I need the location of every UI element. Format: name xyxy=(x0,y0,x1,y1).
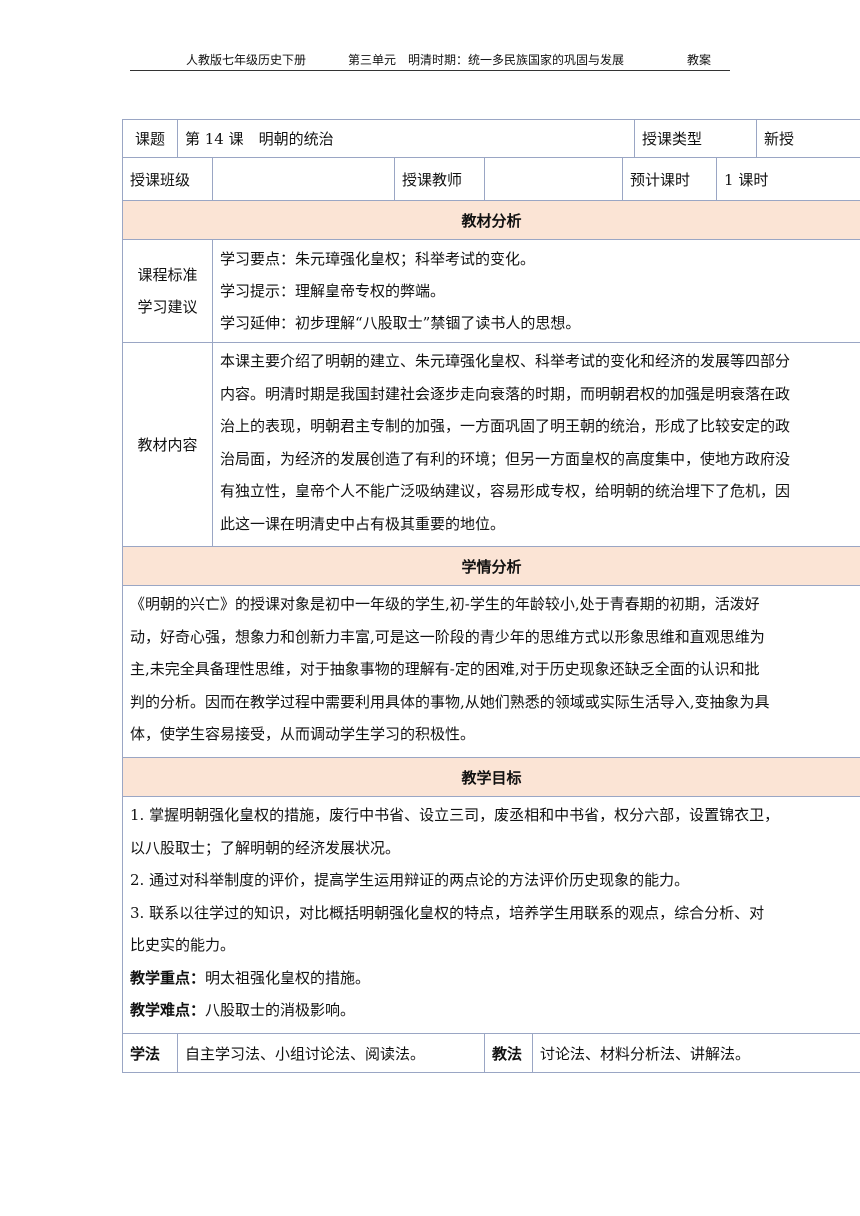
header-book: 人教版七年级历史下册 xyxy=(186,53,307,67)
topic-value: 第 14 课 明朝的统治 xyxy=(176,119,636,158)
content-line: 本课主要介绍了明朝的建立、朱元璋强化皇权、科举考试的变化和经济的发展等四部分 xyxy=(220,352,791,370)
standard-line: 学习提示：理解皇帝专权的弊端。 xyxy=(220,282,446,300)
course-standard-label-line: 学习建议 xyxy=(137,298,198,316)
key-point-line: 教学重点：明太祖强化皇权的措施。 xyxy=(130,962,853,995)
topic-label: 课题 xyxy=(122,119,178,158)
lesson-type-label: 授课类型 xyxy=(634,119,758,158)
lesson-plan-table: 课题 第 14 课 明朝的统治 授课类型 新授 授课班级 授课教师 预计课时 1… xyxy=(121,119,860,1073)
course-standard-content: 学习要点：朱元璋强化皇权；科举考试的变化。 学习提示：理解皇帝专权的弊端。 学习… xyxy=(211,239,860,343)
class-value xyxy=(212,157,395,201)
teach-method-value: 讨论法、材料分析法、讲解法。 xyxy=(531,1033,860,1073)
section-title: 学情分析 xyxy=(121,546,860,586)
material-content-text: 本课主要介绍了明朝的建立、朱元璋强化皇权、科举考试的变化和经济的发展等四部分 内… xyxy=(211,342,860,547)
content-line: 有独立性，皇帝个人不能广泛吸纳建议，容易形成专权，给明朝的统治埋下了危机，因 xyxy=(220,482,791,500)
student-line: 《明朝的兴亡》的授课对象是初中一年级的学生,初-学生的年龄较小,处于青春期的初期… xyxy=(130,595,760,613)
section-title: 教材分析 xyxy=(121,200,860,240)
student-line: 判的分析。因而在教学过程中需要利用具体的事物,从她们熟悉的领域或实际生活导入,变… xyxy=(130,692,770,711)
goal-line: 1. 掌握明朝强化皇权的措施，废行中书省、设立三司，废丞相和中书省，权分六部，设… xyxy=(130,806,780,824)
student-line: 动，好奇心强，想象力和创新力丰富,可是这一阶段的青少年的思维方式以形象思维和直观… xyxy=(130,627,765,646)
course-standard-label: 课程标准 学习建议 xyxy=(122,239,213,343)
goal-line: 3. 联系以往学过的知识，对比概括明朝强化皇权的特点，培养学生用联系的观点，综合… xyxy=(130,903,765,922)
study-method-value: 自主学习法、小组讨论法、阅读法。 xyxy=(177,1033,485,1073)
row-class: 授课班级 授课教师 预计课时 1 课时 xyxy=(122,157,860,201)
content-line: 内容。明清时期是我国封建社会逐步走向衰落的时期，而明朝君权的加强是明衰落在政 xyxy=(220,384,791,403)
goal-line: 以八股取士；了解明朝的经济发展状况。 xyxy=(130,838,401,857)
section-title: 教学目标 xyxy=(121,757,860,797)
row-methods: 学法 自主学习法、小组讨论法、阅读法。 教法 讨论法、材料分析法、讲解法。 xyxy=(122,1033,860,1073)
content-line: 治上的表现，明朝君主专制的加强，一方面巩固了明王朝的统治，形成了比较安定的政 xyxy=(220,417,791,435)
teaching-goals-text: 1. 掌握明朝强化皇权的措施，废行中书省、设立三司，废丞相和中书省，权分六部，设… xyxy=(121,796,860,1034)
row-student-analysis: 《明朝的兴亡》的授课对象是初中一年级的学生,初-学生的年龄较小,处于青春期的初期… xyxy=(121,585,860,758)
class-label: 授课班级 xyxy=(122,157,213,201)
standard-line: 学习要点：朱元璋强化皇权；科举考试的变化。 xyxy=(220,250,536,268)
study-method-label: 学法 xyxy=(122,1033,178,1073)
page-header: 人教版七年级历史下册 第三单元 明清时期：统一多民族国家的巩固与发展 教案 xyxy=(130,50,730,71)
difficulty-value: 八股取士的消极影响。 xyxy=(205,1001,356,1019)
standard-line: 学习延伸：初步理解“八股取士”禁锢了读书人的思想。 xyxy=(220,314,581,332)
goal-line: 比史实的能力。 xyxy=(130,936,236,954)
hours-label: 预计课时 xyxy=(621,157,718,201)
hours-value: 1 课时 xyxy=(716,157,860,201)
header-doc-type: 教案 xyxy=(687,53,712,67)
goal-line: 2. 通过对科举制度的评价，提高学生运用辩证的两点论的方法评价历史现象的能力。 xyxy=(130,871,690,889)
student-line: 主,未完全具备理性思维，对于抽象事物的理解有-定的困难,对于历史现象还缺乏全面的… xyxy=(130,660,760,678)
teacher-value xyxy=(484,157,623,201)
difficulty-label: 教学难点： xyxy=(130,1001,206,1019)
row-course-standard: 课程标准 学习建议 学习要点：朱元璋强化皇权；科举考试的变化。 学习提示：理解皇… xyxy=(122,239,860,343)
teacher-label: 授课教师 xyxy=(394,157,485,201)
content-line: 治局面，为经济的发展创造了有利的环境；但另一方面皇权的高度集中，使地方政府没 xyxy=(220,449,791,468)
student-analysis-text: 《明朝的兴亡》的授课对象是初中一年级的学生,初-学生的年龄较小,处于青春期的初期… xyxy=(121,585,860,758)
section-student-analysis: 学情分析 xyxy=(121,546,860,586)
row-material-content: 教材内容 本课主要介绍了明朝的建立、朱元璋强化皇权、科举考试的变化和经济的发展等… xyxy=(122,342,860,547)
student-line: 体，使学生容易接受，从而调动学生学习的积极性。 xyxy=(130,725,476,743)
header-unit: 第三单元 明清时期：统一多民族国家的巩固与发展 xyxy=(348,53,625,67)
key-point-value: 明太祖强化皇权的措施。 xyxy=(205,968,371,987)
content-line: 此这一课在明清史中占有极其重要的地位。 xyxy=(220,514,506,533)
section-material-analysis: 教材分析 xyxy=(121,200,860,240)
key-point-label: 教学重点： xyxy=(130,968,206,987)
lesson-type-value: 新授 xyxy=(756,119,860,158)
teach-method-label: 教法 xyxy=(484,1033,533,1073)
material-content-label: 教材内容 xyxy=(122,342,213,547)
difficulty-line: 教学难点：八股取士的消极影响。 xyxy=(130,994,853,1027)
section-teaching-goals: 教学目标 xyxy=(121,757,860,797)
row-topic: 课题 第 14 课 明朝的统治 授课类型 新授 xyxy=(122,119,860,158)
course-standard-label-line: 课程标准 xyxy=(137,266,198,284)
row-teaching-goals: 1. 掌握明朝强化皇权的措施，废行中书省、设立三司，废丞相和中书省，权分六部，设… xyxy=(121,796,860,1034)
